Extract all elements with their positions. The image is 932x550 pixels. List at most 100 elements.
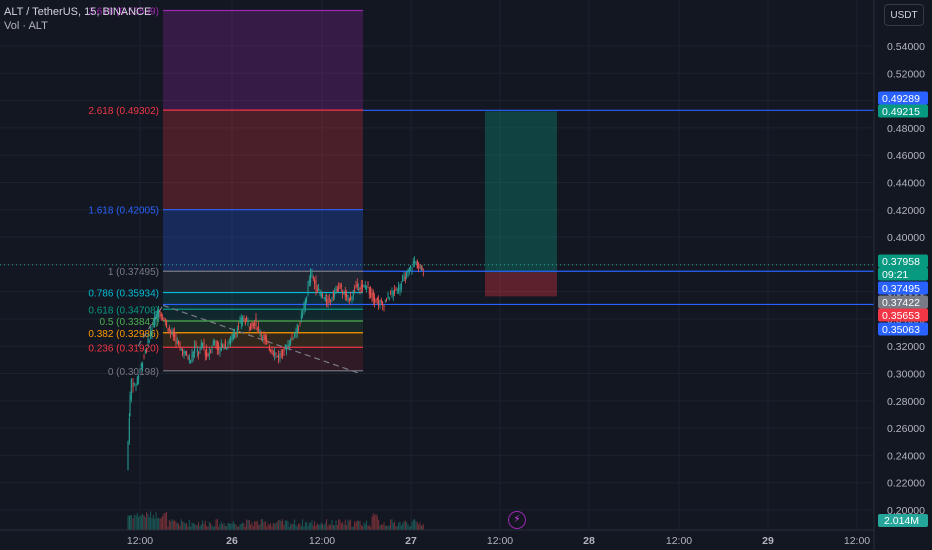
fib-zone bbox=[163, 209, 363, 272]
candle-body bbox=[179, 342, 181, 347]
candle-body bbox=[366, 285, 368, 290]
volume-bar bbox=[338, 519, 340, 530]
volume-bar bbox=[175, 521, 177, 530]
volume-bar bbox=[259, 524, 261, 530]
candle-body bbox=[290, 338, 292, 345]
volume-bar bbox=[211, 525, 213, 530]
volume-bar bbox=[166, 511, 168, 530]
volume-bar bbox=[143, 515, 145, 530]
volume-bar bbox=[132, 518, 134, 530]
candle-body bbox=[391, 291, 393, 294]
candle-body bbox=[334, 291, 336, 297]
candle-body bbox=[242, 316, 244, 323]
candle-body bbox=[367, 281, 369, 286]
candle-body bbox=[206, 349, 208, 358]
candle-body bbox=[411, 268, 413, 270]
candle-body bbox=[211, 347, 213, 351]
volume-bar bbox=[138, 517, 140, 530]
price-axis-tick: 0.28000 bbox=[887, 396, 925, 408]
candle-body bbox=[364, 285, 366, 288]
candle-body bbox=[335, 286, 337, 291]
candle-body bbox=[150, 331, 152, 339]
candle-body bbox=[286, 349, 288, 352]
candle-body bbox=[322, 293, 324, 297]
volume-bar bbox=[239, 524, 241, 530]
volume-bar bbox=[202, 520, 204, 530]
candle-body bbox=[296, 324, 298, 334]
volume-bar bbox=[376, 515, 378, 530]
chart-canvas[interactable]: 0 (0.30198) 0.236 (0.31920) 0.382 (0.32986… bbox=[0, 0, 932, 550]
candle-body bbox=[256, 328, 258, 331]
price-axis-tick: 0.40000 bbox=[887, 232, 925, 244]
volume-bar bbox=[298, 523, 300, 530]
volume-bar bbox=[284, 520, 286, 530]
volume-bar bbox=[199, 525, 201, 530]
candle-body bbox=[247, 321, 249, 324]
candle-body bbox=[207, 353, 209, 356]
volume-bar bbox=[311, 520, 313, 530]
candle-body bbox=[195, 342, 197, 347]
candle-body bbox=[231, 334, 233, 340]
time-axis-tick: 29 bbox=[762, 535, 774, 547]
price-axis-tick: 0.32000 bbox=[887, 341, 925, 353]
candle-body bbox=[224, 340, 226, 349]
volume-bar bbox=[242, 522, 244, 530]
candle-body bbox=[394, 288, 396, 294]
candle-body bbox=[170, 330, 172, 334]
volume-bar bbox=[294, 519, 296, 530]
candle-body bbox=[295, 331, 297, 334]
candle-body bbox=[275, 353, 277, 355]
price-label-text: 0.37495 bbox=[882, 283, 920, 295]
candle-body bbox=[158, 310, 160, 318]
time-axis-tick: 28 bbox=[583, 535, 595, 547]
candle-body bbox=[167, 329, 169, 332]
volume-bar bbox=[332, 525, 334, 530]
candle-body bbox=[274, 352, 276, 356]
candle-body bbox=[255, 317, 257, 327]
volume-bar bbox=[186, 523, 188, 530]
volume-bar bbox=[256, 520, 258, 530]
price-axis-tick: 0.30000 bbox=[887, 369, 925, 381]
candle-body bbox=[188, 356, 190, 361]
candle-body bbox=[184, 351, 186, 354]
volume-bar bbox=[371, 516, 373, 530]
candle-body bbox=[272, 353, 274, 356]
volume-bar bbox=[411, 521, 413, 530]
volume-bar bbox=[360, 524, 362, 530]
candle-body bbox=[172, 331, 174, 337]
candle-body bbox=[263, 333, 265, 341]
currency-button[interactable]: USDT bbox=[884, 4, 924, 26]
candle-body bbox=[216, 340, 218, 351]
candle-body bbox=[250, 323, 252, 330]
candle-body bbox=[142, 363, 144, 368]
candle-body bbox=[388, 298, 390, 301]
volume-bar bbox=[250, 524, 252, 530]
volume-bar bbox=[283, 524, 285, 530]
volume-bar bbox=[387, 525, 389, 530]
price-axis-tick: 0.22000 bbox=[887, 478, 925, 490]
volume-bar bbox=[356, 520, 358, 530]
volume-bar bbox=[251, 522, 253, 530]
candle-body bbox=[371, 292, 373, 298]
volume-bar bbox=[275, 522, 277, 530]
volume-bar bbox=[291, 524, 293, 530]
candle-body bbox=[338, 286, 340, 290]
candle-body bbox=[238, 325, 240, 327]
candle-body bbox=[204, 351, 206, 356]
candle-body bbox=[387, 293, 389, 299]
volume-bar bbox=[304, 522, 306, 530]
lightning-icon[interactable]: ⚡ bbox=[508, 511, 526, 529]
volume-bar bbox=[162, 515, 164, 530]
candle-body bbox=[133, 383, 135, 385]
candle-body bbox=[228, 340, 230, 342]
candle-body bbox=[375, 301, 377, 303]
candle-body bbox=[319, 292, 321, 294]
volume-bar bbox=[136, 512, 138, 530]
volume-bar bbox=[227, 522, 229, 530]
volume-bar bbox=[160, 517, 162, 530]
volume-bar bbox=[350, 519, 352, 530]
candle-body bbox=[196, 348, 198, 352]
volume-bar bbox=[139, 515, 141, 530]
candle-body bbox=[294, 331, 296, 337]
candle-body bbox=[187, 357, 189, 359]
